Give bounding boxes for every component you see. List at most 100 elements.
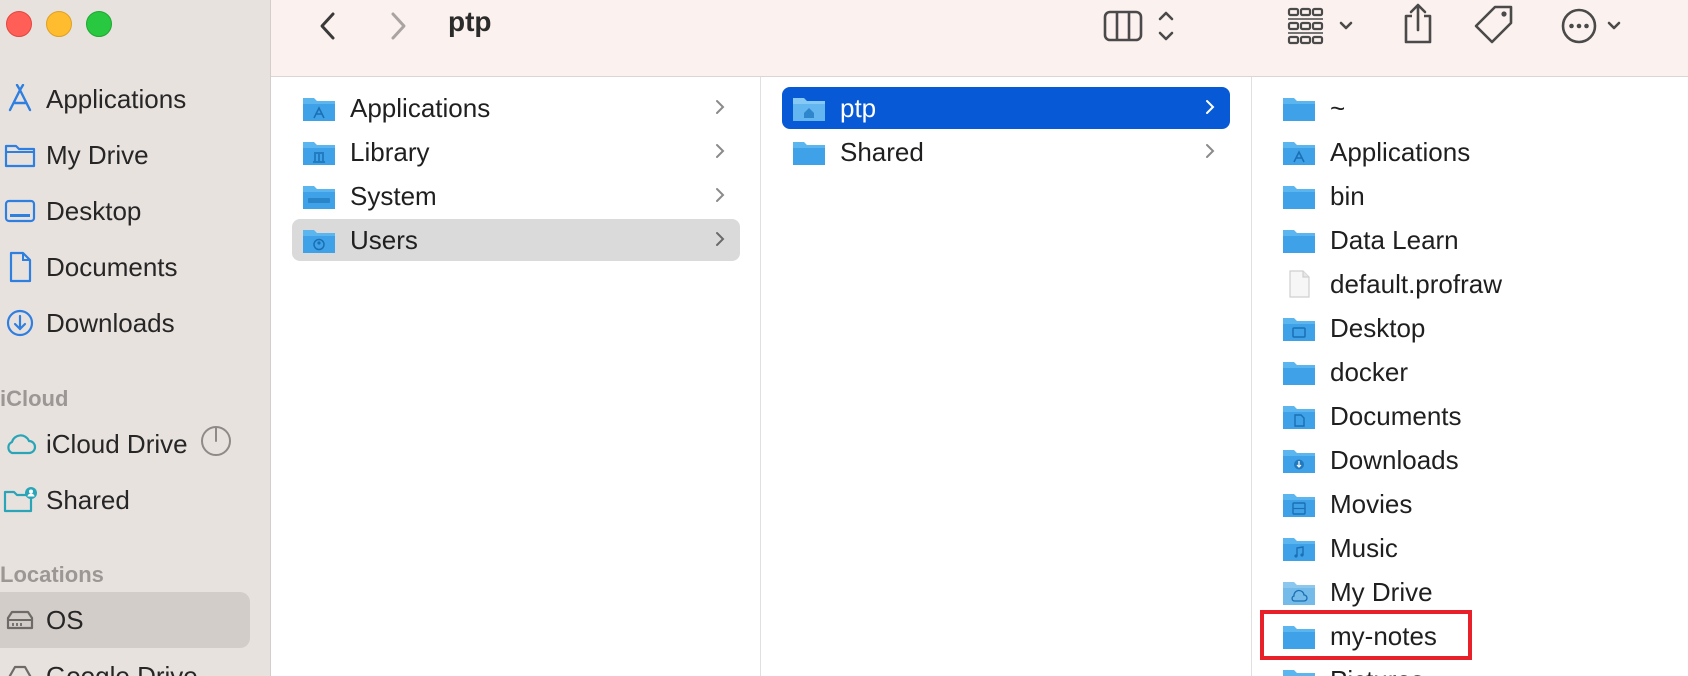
item-label: docker <box>1330 356 1409 387</box>
applications-folder-icon <box>303 98 335 121</box>
chevron-right-icon <box>716 188 725 202</box>
item-label: Music <box>1330 532 1398 563</box>
item-label: bin <box>1330 180 1365 211</box>
item-label: Pictures <box>1330 665 1424 676</box>
folder-icon <box>1283 362 1315 385</box>
sidebar-item-label: iCloud Drive <box>46 428 188 459</box>
folder-icon <box>1283 186 1315 209</box>
list-item[interactable]: bin <box>1272 175 1672 217</box>
close-window-button[interactable] <box>6 11 32 37</box>
ellipsis-circle-icon <box>1561 8 1597 44</box>
grid-group-icon <box>1287 7 1324 45</box>
column-divider <box>1251 77 1252 676</box>
desktop-folder-icon <box>1283 318 1315 341</box>
list-item[interactable]: Shared <box>782 131 1230 173</box>
sidebar-item-label: OS <box>46 604 84 635</box>
list-item[interactable]: My Drive <box>1272 571 1672 613</box>
sidebar-item-downloads[interactable]: Downloads <box>0 295 260 351</box>
list-item[interactable]: Desktop <box>1272 307 1672 349</box>
chevron-right-icon <box>1206 144 1215 158</box>
list-item[interactable]: Downloads <box>1272 439 1672 481</box>
library-folder-icon <box>303 142 335 165</box>
sidebar-item-label: My Drive <box>46 139 149 170</box>
chevron-down-icon <box>1339 21 1353 30</box>
sidebar-item-icloud-drive[interactable]: iCloud Drive <box>0 416 260 472</box>
column-divider <box>760 77 761 676</box>
list-item[interactable]: Movies <box>1272 483 1672 525</box>
sidebar-item-documents[interactable]: Documents <box>0 239 260 295</box>
movies-folder-icon <box>1283 494 1315 517</box>
share-button[interactable] <box>1401 2 1435 46</box>
list-item[interactable]: System <box>292 175 740 217</box>
sidebar-item-label: Shared <box>46 484 130 515</box>
list-item[interactable]: Applications <box>1272 131 1672 173</box>
sidebar-item-label: Applications <box>46 83 187 114</box>
item-label: Downloads <box>1330 444 1459 475</box>
list-item-selected[interactable]: Users <box>292 219 740 261</box>
tag-icon <box>1474 5 1513 44</box>
item-label: Library <box>350 136 430 167</box>
folder-icon <box>1283 230 1315 253</box>
sidebar: Applications My Drive Desktop Documents … <box>0 0 271 676</box>
applications-icon <box>0 82 40 116</box>
list-item[interactable]: Data Learn <box>1272 219 1672 261</box>
item-label: My Drive <box>1330 576 1433 607</box>
item-label: ptp <box>840 92 877 123</box>
folder-icon <box>793 142 825 165</box>
list-item[interactable]: Documents <box>1272 395 1672 437</box>
back-button[interactable] <box>313 6 343 46</box>
pictures-folder-icon <box>1283 670 1315 676</box>
more-actions-button[interactable] <box>1561 6 1633 46</box>
minimize-window-button[interactable] <box>46 11 72 37</box>
item-label: Desktop <box>1330 312 1426 343</box>
list-item[interactable]: default.profraw <box>1272 263 1672 305</box>
folder-icon <box>0 138 40 172</box>
chevron-right-icon <box>391 12 406 40</box>
sidebar-item-label: Desktop <box>46 195 142 226</box>
sidebar-item-my-drive[interactable]: My Drive <box>0 127 260 183</box>
sidebar-item-desktop[interactable]: Desktop <box>0 183 260 239</box>
folder-icon <box>1283 98 1315 121</box>
list-item[interactable]: ~ <box>1272 87 1672 129</box>
list-item-selected[interactable]: ptp <box>782 87 1230 129</box>
item-label: ~ <box>1330 92 1346 123</box>
item-label: Applications <box>350 92 491 123</box>
sidebar-item-label: Google Drive <box>46 660 198 676</box>
list-item[interactable]: Music <box>1272 527 1672 569</box>
item-label: Shared <box>840 136 924 167</box>
item-label: default.profraw <box>1330 268 1502 299</box>
forward-button[interactable] <box>383 6 413 46</box>
desktop-icon <box>0 194 40 228</box>
chevron-right-icon <box>1206 100 1215 114</box>
google-drive-icon <box>0 659 40 676</box>
item-label: Users <box>350 224 418 255</box>
file-icon <box>1289 270 1310 298</box>
list-item[interactable]: docker <box>1272 351 1672 393</box>
applications-folder-icon <box>1283 142 1315 165</box>
list-item[interactable]: Library <box>292 131 740 173</box>
highlight-box <box>1260 610 1472 660</box>
users-folder-icon <box>303 230 335 253</box>
list-item[interactable]: Applications <box>292 87 740 129</box>
column-3: ~ Applications bin Data Learn default.pr… <box>1272 87 1688 676</box>
tag-button[interactable] <box>1473 4 1515 46</box>
sidebar-item-applications[interactable]: Applications <box>0 71 260 127</box>
view-mode-button[interactable] <box>1103 6 1193 46</box>
cloud-icon <box>0 427 40 461</box>
zoom-window-button[interactable] <box>86 11 112 37</box>
sidebar-item-os[interactable]: OS <box>0 592 250 648</box>
item-label: System <box>350 180 437 211</box>
up-down-chevron-icon <box>1158 11 1174 41</box>
chevron-down-icon <box>1607 21 1621 30</box>
sidebar-item-google-drive[interactable]: Google Drive <box>0 648 260 676</box>
group-button[interactable] <box>1287 6 1359 46</box>
sidebar-item-shared[interactable]: Shared <box>0 472 260 528</box>
toolbar: ptp <box>271 0 1688 77</box>
item-label: Documents <box>1330 400 1462 431</box>
list-item[interactable]: Pictures <box>1272 659 1672 676</box>
share-icon <box>1404 3 1432 44</box>
item-label: Movies <box>1330 488 1413 519</box>
sidebar-item-label: Documents <box>46 251 178 282</box>
sync-progress-icon <box>200 425 232 464</box>
download-icon <box>0 306 40 340</box>
